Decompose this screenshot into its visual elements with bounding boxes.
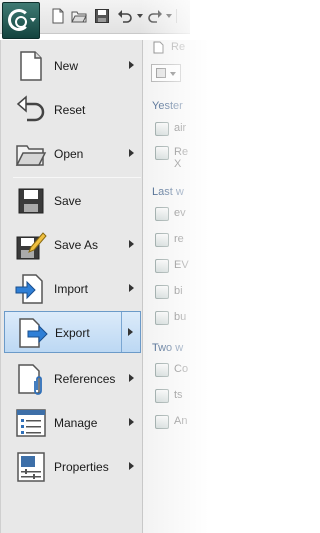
undo-dropdown-icon[interactable]: [137, 14, 143, 18]
menu-item-properties[interactable]: Properties: [4, 446, 141, 488]
menu-item-label: Save: [54, 194, 82, 208]
submenu-arrow-icon[interactable]: [129, 240, 134, 248]
menu-item-open[interactable]: Open: [4, 133, 141, 175]
recent-doc-name: Co: [174, 363, 189, 375]
menu-item-references[interactable]: References: [4, 358, 141, 400]
new-file-icon[interactable]: [50, 8, 66, 24]
menu-item-label: Export: [55, 326, 90, 340]
redo-dropdown-icon[interactable]: [166, 14, 172, 18]
recent-doc-name: bu: [174, 311, 187, 323]
submenu-arrow-icon[interactable]: [129, 61, 134, 69]
import-icon: [15, 274, 43, 304]
new-icon: [20, 51, 42, 81]
menu-item-label: Import: [54, 282, 89, 296]
quick-access-toolbar: [0, 0, 190, 39]
menu-item-export[interactable]: Export: [4, 311, 141, 353]
menu-item-manage[interactable]: Manage: [4, 402, 141, 444]
application-button[interactable]: [2, 2, 40, 39]
menu-item-label: New: [54, 59, 79, 73]
menu-item-save-as[interactable]: Save As: [4, 224, 141, 266]
recent-group-header: Yester: [152, 100, 183, 112]
submenu-arrow-icon[interactable]: [129, 462, 134, 470]
menu-item-save[interactable]: Save: [4, 180, 141, 222]
open-folder-icon: [15, 145, 47, 166]
file-icon: [155, 122, 169, 136]
file-icon: [155, 233, 169, 247]
chevron-down-icon: [170, 72, 176, 76]
recent-documents-panel: Re Yester air Re X Last w ev re EV bi bu…: [143, 40, 255, 533]
references-icon: [18, 364, 42, 395]
menu-item-label: Manage: [54, 416, 98, 430]
save-icon[interactable]: [94, 8, 110, 24]
recent-doc-item[interactable]: Co: [155, 361, 255, 379]
app-logo-icon: [8, 9, 30, 31]
manage-icon: [16, 409, 46, 437]
recent-doc-name: air: [174, 122, 187, 134]
recent-doc-item[interactable]: EV: [155, 257, 255, 275]
recent-doc-name: ts: [174, 389, 183, 401]
menu-item-reset[interactable]: Reset: [4, 89, 141, 131]
recent-doc-item[interactable]: Re X: [155, 144, 255, 170]
submenu-arrow-icon[interactable]: [129, 149, 134, 157]
application-menu: New Reset Open Save Save As Import Expor…: [0, 40, 143, 533]
recent-docs-icon: [153, 41, 164, 54]
submenu-arrow-icon[interactable]: [129, 374, 134, 382]
recent-doc-name-wrap: X: [174, 158, 182, 170]
properties-icon: [17, 452, 45, 482]
recent-doc-item[interactable]: ts: [155, 387, 255, 405]
menu-item-import[interactable]: Import: [4, 268, 141, 310]
recent-group-header: Last w: [152, 186, 184, 198]
recent-doc-item[interactable]: bu: [155, 309, 255, 327]
submenu-arrow-icon[interactable]: [128, 328, 133, 336]
menu-item-label: Properties: [54, 460, 109, 474]
menu-divider: [13, 177, 141, 178]
submenu-arrow-icon[interactable]: [129, 418, 134, 426]
menu-item-label: References: [54, 372, 116, 386]
recent-doc-name: An: [174, 415, 188, 427]
recent-doc-name: ev: [174, 207, 186, 219]
save-as-icon: [16, 232, 47, 260]
recent-doc-item[interactable]: ev: [155, 205, 255, 223]
file-icon: [155, 415, 169, 429]
file-icon: [155, 207, 169, 221]
menu-item-label: Reset: [54, 103, 86, 117]
chevron-down-icon: [30, 18, 36, 22]
file-icon: [155, 311, 169, 325]
undo-icon[interactable]: [117, 8, 133, 24]
file-icon: [155, 146, 169, 160]
file-icon: [155, 285, 169, 299]
menu-item-label: Save As: [54, 238, 99, 252]
recent-doc-name: bi: [174, 285, 183, 297]
submenu-arrow-icon[interactable]: [129, 284, 134, 292]
export-icon: [19, 318, 48, 348]
recent-doc-item[interactable]: An: [155, 413, 255, 431]
menu-item-new[interactable]: New: [4, 45, 141, 87]
recent-doc-item[interactable]: re: [155, 231, 255, 249]
recent-docs-header: Re: [171, 41, 186, 53]
save-icon: [18, 188, 44, 214]
split-divider: [121, 312, 122, 352]
open-folder-icon[interactable]: [71, 8, 87, 24]
recent-doc-name: EV: [174, 259, 189, 271]
file-icon: [155, 363, 169, 377]
file-icon: [155, 259, 169, 273]
file-icon: [155, 389, 169, 403]
list-view-icon: [156, 68, 166, 78]
recent-view-dropdown[interactable]: [151, 64, 181, 82]
recent-doc-item[interactable]: air: [155, 120, 255, 138]
recent-group-header: Two w: [152, 342, 184, 354]
recent-doc-name: re: [174, 233, 184, 245]
toolbar-separator: [176, 9, 177, 23]
recent-doc-item[interactable]: bi: [155, 283, 255, 301]
menu-item-label: Open: [54, 147, 84, 161]
redo-icon[interactable]: [147, 8, 163, 24]
reset-icon: [16, 95, 45, 122]
recent-doc-name: Re: [174, 146, 189, 158]
